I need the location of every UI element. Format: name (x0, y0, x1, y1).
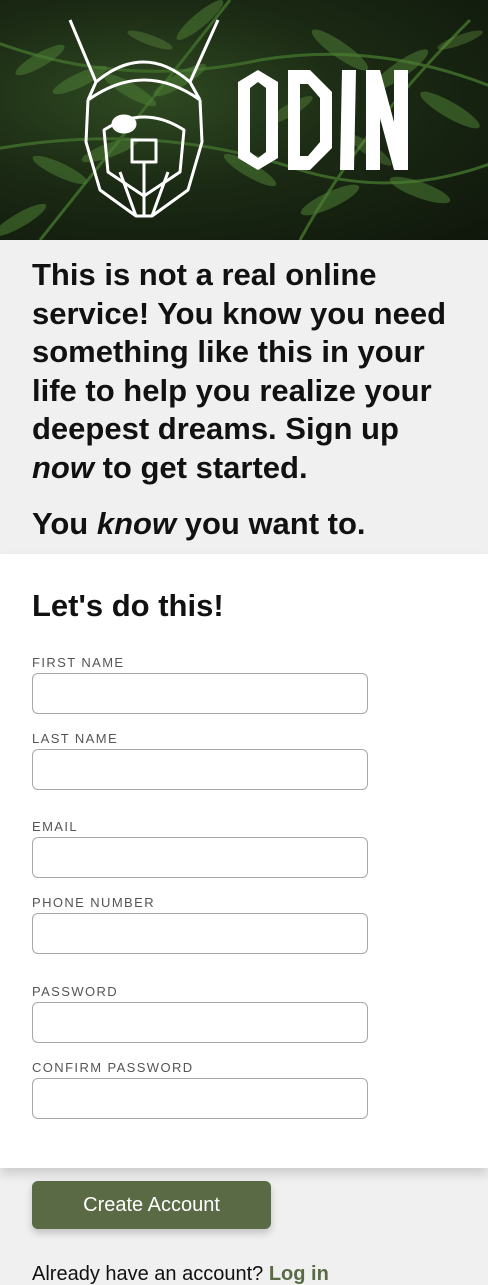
confirm-password-label: Confirm Password (32, 1060, 194, 1075)
email-group: Email (32, 819, 368, 878)
last-name-input[interactable] (32, 749, 368, 790)
tagline-text-end: you want to. (176, 506, 366, 541)
hero-banner (0, 0, 488, 240)
tagline-text: You (32, 506, 97, 541)
email-label: Email (32, 819, 79, 834)
password-group: Password (32, 984, 368, 1043)
login-prompt: Already have an account? Log in (32, 1262, 329, 1285)
login-link[interactable]: Log in (269, 1263, 329, 1285)
intro-emphasis: now (32, 449, 94, 485)
first-name-group: First Name (32, 655, 368, 714)
form-heading: Let's do this! (32, 588, 224, 623)
password-label: Password (32, 984, 119, 999)
create-account-button[interactable]: Create Account (32, 1181, 271, 1229)
phone-number-label: Phone Number (32, 895, 155, 910)
odin-wordmark (238, 70, 408, 170)
login-prompt-text: Already have an account? (32, 1263, 264, 1285)
odin-logo (68, 19, 408, 218)
first-name-input[interactable] (32, 673, 368, 714)
phone-number-group: Phone Number (32, 895, 368, 954)
last-name-label: Last Name (32, 731, 119, 746)
confirm-password-input[interactable] (32, 1078, 368, 1119)
intro-text-end: to get started. (94, 449, 308, 485)
phone-number-input[interactable] (32, 913, 368, 954)
password-input[interactable] (32, 1002, 368, 1043)
viking-helmet-icon (68, 19, 220, 218)
intro-section: This is not a real online service! You k… (0, 240, 488, 554)
first-name-label: First Name (32, 655, 125, 670)
email-input[interactable] (32, 837, 368, 878)
intro-tagline: You know you want to. (32, 505, 456, 544)
tagline-emphasis: know (96, 506, 177, 541)
confirm-password-group: Confirm Password (32, 1060, 368, 1119)
intro-paragraph: This is not a real online service! You k… (32, 256, 456, 487)
last-name-group: Last Name (32, 731, 368, 790)
intro-text: This is not a real online service! You k… (32, 257, 447, 446)
